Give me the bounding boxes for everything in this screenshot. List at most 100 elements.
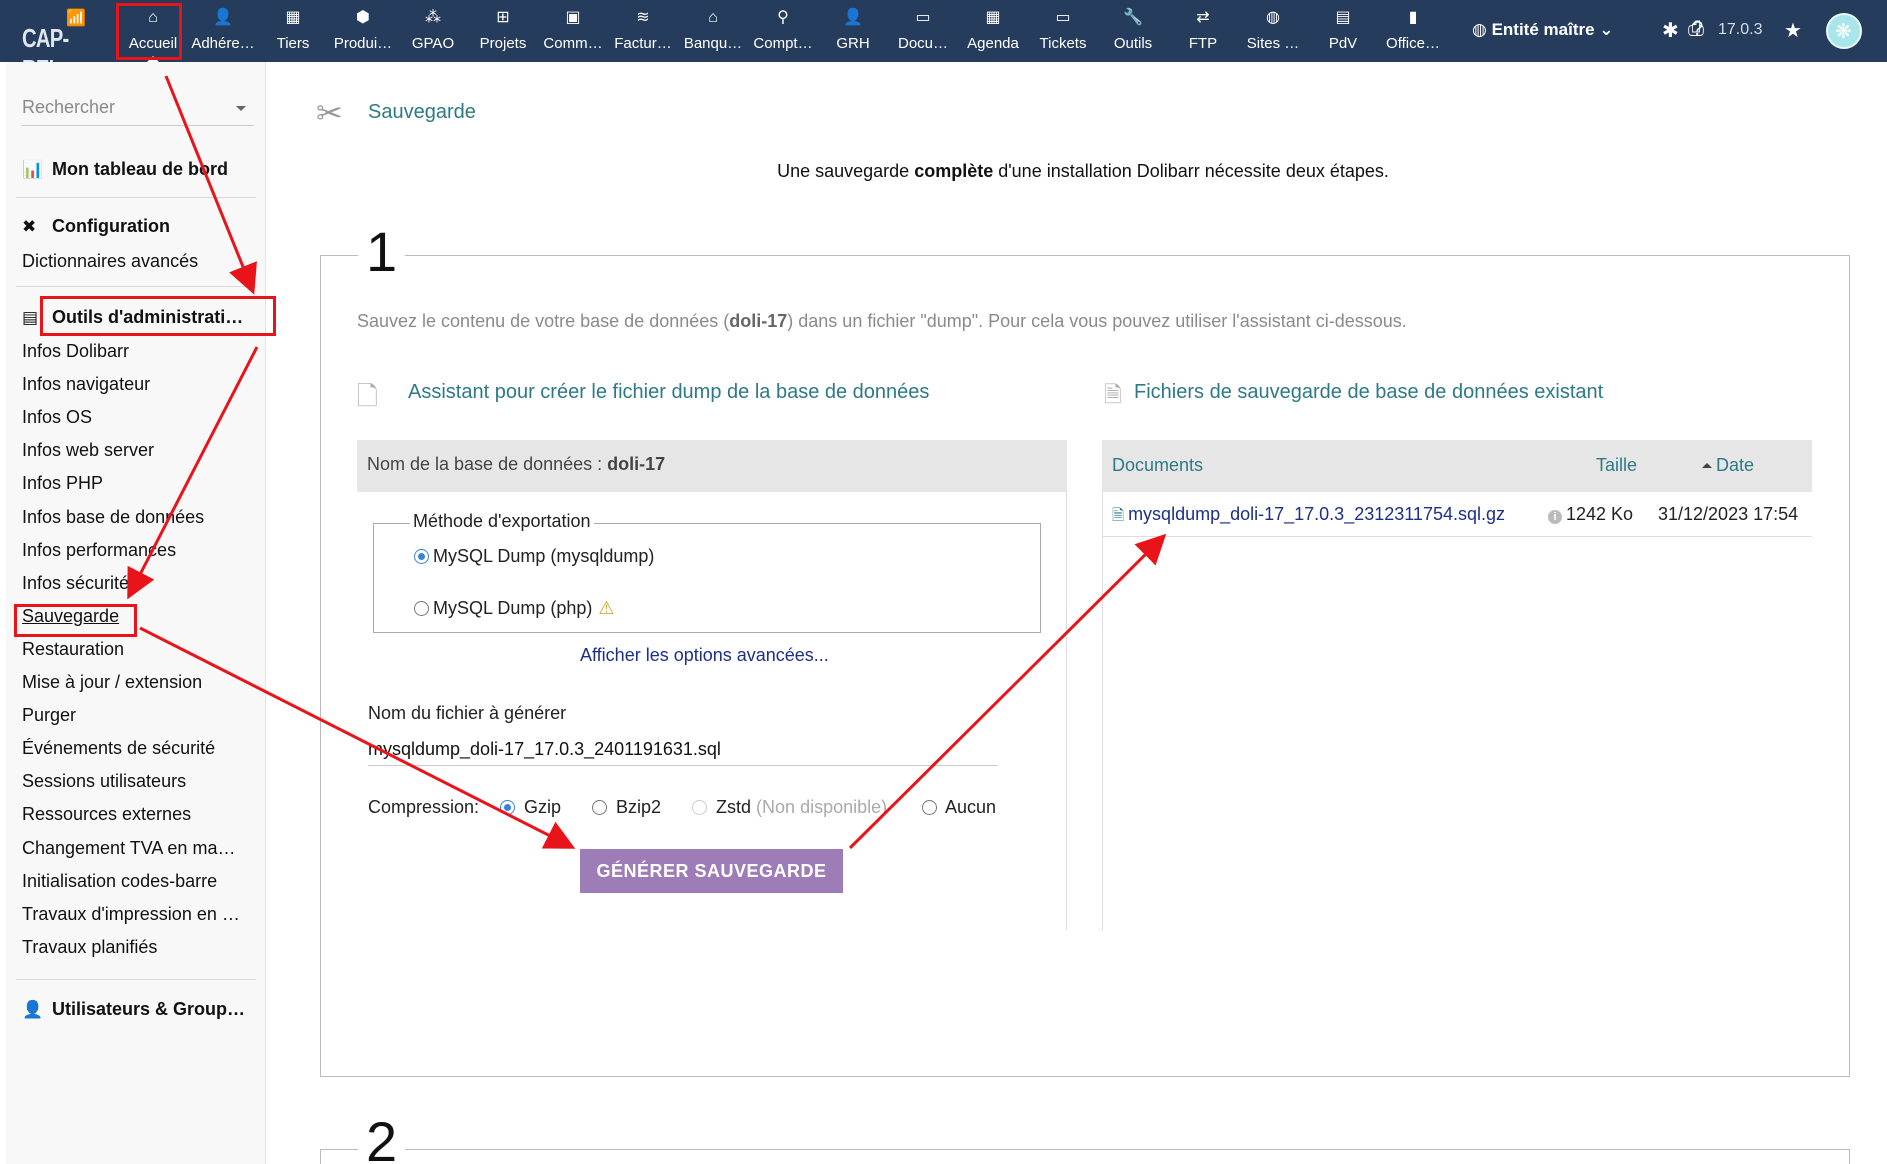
menu-item-18[interactable]: ▤ PdV <box>1308 0 1378 62</box>
compression-option-label: Bzip2 <box>616 797 662 817</box>
user-icon: 👤 <box>22 1000 44 1019</box>
menu-item-2[interactable]: 👤 Adhére… <box>188 0 258 62</box>
sidebar-admin-item[interactable]: Initialisation codes-barre <box>22 871 254 892</box>
menu-item-label: Compt… <box>753 35 813 52</box>
sidebar-admin-item[interactable]: Mise à jour / extension <box>22 672 254 693</box>
sidebar-admin-item[interactable]: Infos performances <box>22 540 254 561</box>
sidebar-dashboard[interactable]: 📊 Mon tableau de bord <box>22 159 228 180</box>
sidebar-configuration-label: Configuration <box>52 216 170 236</box>
compression-label: Compression: <box>368 797 480 817</box>
method-option-php[interactable]: MySQL Dump (php) ⚠ <box>414 598 615 619</box>
export-method-legend: Méthode d'exportation <box>410 511 594 532</box>
sidebar-dashboard-label: Mon tableau de bord <box>52 159 229 179</box>
sidebar-configuration[interactable]: ✖ Configuration <box>22 216 170 237</box>
menu-item-7[interactable]: ▣ Comm… <box>538 0 608 62</box>
entity-selector[interactable]: ◍ Entité maître ⌄ <box>1472 20 1614 40</box>
sidebar-admin-item[interactable]: Infos PHP <box>22 473 254 494</box>
menu-item-4[interactable]: ⬢ Produi… <box>328 0 398 62</box>
company-logo[interactable]: 📶 CAP-REL <box>18 6 104 84</box>
sidebar-admin-item[interactable]: Travaux d'impression en … <box>22 904 254 925</box>
menu-item-label: Factur… <box>614 35 672 52</box>
menu-item-13[interactable]: ▦ Agenda <box>958 0 1028 62</box>
tools-icon: ✖ <box>22 217 37 236</box>
exchange-icon: ⇄ <box>1196 9 1210 26</box>
chevron-down-icon: ⌄ <box>1599 20 1614 39</box>
compression-gzip[interactable]: Gzip <box>500 797 561 818</box>
compression-bzip2[interactable]: Bzip2 <box>592 797 661 818</box>
menu-item-5[interactable]: ⁂ GPAO <box>398 0 468 62</box>
menu-item-label: Outils <box>1113 35 1153 52</box>
sort-asc-icon <box>1702 458 1712 468</box>
menu-item-label: Agenda <box>967 35 1019 52</box>
sidebar-search-select[interactable]: Rechercher <box>22 92 254 126</box>
user-avatar[interactable] <box>1826 13 1862 49</box>
file-archive-icon: 🗎 <box>1104 382 1122 407</box>
sidebar-users-groups[interactable]: 👤 Utilisateurs & Group… <box>22 999 245 1020</box>
menu-item-17[interactable]: ◍ Sites … <box>1238 0 1308 62</box>
sidebar-admin-item[interactable]: Restauration <box>22 639 254 660</box>
tools-icon: ✂ <box>316 95 343 131</box>
help-icon[interactable]: ? <box>1692 18 1703 41</box>
menu-item-14[interactable]: ▭ Tickets <box>1028 0 1098 62</box>
menu-item-10[interactable]: ⚲ Compt… <box>748 0 818 62</box>
search-placeholder: Rechercher <box>22 97 116 117</box>
sidebar-divider <box>16 979 256 980</box>
menu-item-16[interactable]: ⇄ FTP <box>1168 0 1238 62</box>
sidebar-admin-item[interactable]: Infos OS <box>22 407 254 428</box>
menu-item-label: GPAO <box>411 35 455 52</box>
info-icon[interactable]: i <box>1548 510 1562 524</box>
sidebar-admin-item[interactable]: Sessions utilisateurs <box>22 771 254 792</box>
highlight-sauvegarde <box>14 604 137 637</box>
bug-icon[interactable]: ✱ <box>1662 18 1679 43</box>
column-date-label: Date <box>1716 455 1755 475</box>
compression-option-label: Gzip <box>524 797 562 817</box>
sidebar-admin-item[interactable]: Événements de sécurité <box>22 738 254 759</box>
method-option-mysqldump[interactable]: MySQL Dump (mysqldump) <box>414 546 654 567</box>
menu-item-11[interactable]: 👤 GRH <box>818 0 888 62</box>
top-navigation-bar: 📶 CAP-REL ⌂Accueil👤Adhére…▦Tiers⬢Produi…… <box>0 0 1887 84</box>
sidebar-item-dictionnaires[interactable]: Dictionnaires avancés <box>22 251 254 272</box>
compression-option-label: Zstd <box>716 797 752 817</box>
bookmark-star-icon[interactable]: ★ <box>1784 18 1802 43</box>
globe-icon: ◍ <box>1266 9 1280 26</box>
radio-checked[interactable] <box>414 549 429 564</box>
menu-item-3[interactable]: ▦ Tiers <box>258 0 328 62</box>
menu-item-15[interactable]: 🔧 Outils <box>1098 0 1168 62</box>
sidebar-admin-item[interactable]: Infos base de données <box>22 507 254 528</box>
sidebar-admin-item[interactable]: Changement TVA en ma… <box>22 838 254 859</box>
menu-item-label: Office… <box>1386 35 1440 52</box>
column-date[interactable]: Date <box>1702 455 1754 476</box>
sidebar-admin-item[interactable]: Travaux planifiés <box>22 937 254 958</box>
menu-item-label: Tiers <box>276 35 310 52</box>
step2-fieldset <box>320 1149 1850 1164</box>
menu-item-label: Produi… <box>333 35 393 52</box>
generate-backup-button[interactable]: GÉNÉRER SAUVEGARDE <box>580 849 843 893</box>
sidebar-admin-item[interactable]: Infos sécurité <box>22 573 254 594</box>
sidebar-admin-item[interactable]: Infos Dolibarr <box>22 341 254 362</box>
filename-input[interactable] <box>368 734 998 766</box>
sidebar-admin-item[interactable]: Infos web server <box>22 440 254 461</box>
radio-unchecked[interactable] <box>592 800 607 815</box>
menu-item-8[interactable]: ≋ Factur… <box>608 0 678 62</box>
radio-unchecked[interactable] <box>922 800 937 815</box>
sidebar-admin-item[interactable]: Ressources externes <box>22 804 254 825</box>
column-documents[interactable]: Documents <box>1112 455 1203 476</box>
ticket-icon: ▭ <box>1055 9 1071 26</box>
highlight-admin-tools <box>40 296 276 336</box>
entity-label: Entité maître <box>1491 20 1595 39</box>
compression-none[interactable]: Aucun <box>922 797 996 818</box>
backup-file-link[interactable]: 🗎 mysqldump_doli-17_17.0.3_2312311754.sql… <box>1112 504 1505 530</box>
radio-unchecked[interactable] <box>414 601 429 616</box>
sidebar-admin-item[interactable]: Purger <box>22 705 254 726</box>
compression-zstd: Zstd (Non disponible) <box>692 797 887 818</box>
menu-item-19[interactable]: ▮ Office… <box>1378 0 1448 62</box>
radio-checked[interactable] <box>500 800 515 815</box>
menu-item-9[interactable]: ⌂ Banqu… <box>678 0 748 62</box>
column-size[interactable]: Taille <box>1596 455 1637 476</box>
page-title: Sauvegarde <box>368 101 476 123</box>
sidebar-admin-item[interactable]: Infos navigateur <box>22 374 254 395</box>
advanced-options-link[interactable]: Afficher les options avancées... <box>580 645 829 666</box>
menu-item-12[interactable]: ▭ Docu… <box>888 0 958 62</box>
sidebar-divider <box>16 286 256 287</box>
menu-item-6[interactable]: ⊞ Projets <box>468 0 538 62</box>
